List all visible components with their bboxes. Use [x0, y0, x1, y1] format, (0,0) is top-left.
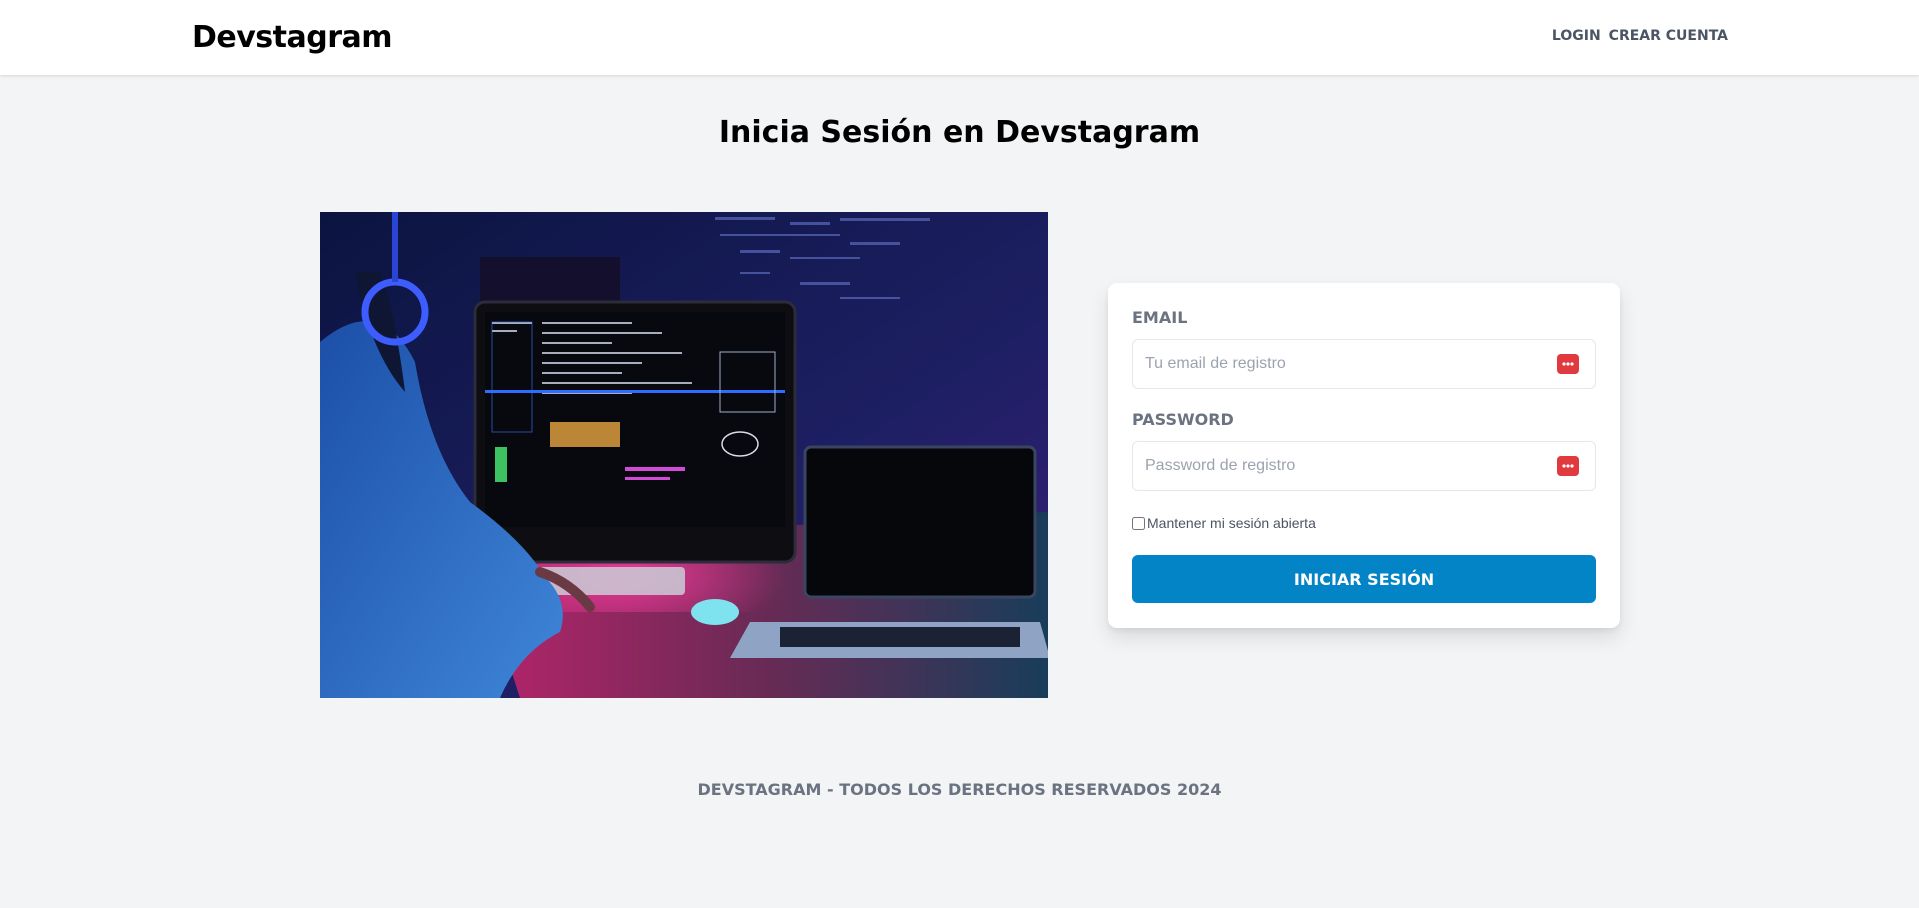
email-field-wrapper[interactable]	[1132, 339, 1596, 389]
password-label: PASSWORD	[1132, 410, 1234, 429]
main-nav: LOGIN CREAR CUENTA	[1552, 28, 1728, 44]
developer-workstation-illustration	[320, 212, 1048, 698]
signup-link[interactable]: CREAR CUENTA	[1609, 28, 1728, 44]
brand-logo[interactable]: Devstagram	[192, 20, 393, 55]
login-card: EMAIL PASSWORD Mantener mi sesión abiert…	[1108, 283, 1620, 628]
login-submit-button[interactable]: INICIAR SESIÓN	[1132, 555, 1596, 603]
site-header: Devstagram LOGIN CREAR CUENTA	[0, 0, 1919, 75]
password-field[interactable]	[1133, 442, 1533, 490]
hero-image	[320, 212, 1048, 698]
page-title: Inicia Sesión en Devstagram	[718, 115, 1201, 150]
footer-text: DEVSTAGRAM - TODOS LOS DERECHOS RESERVAD…	[697, 780, 1222, 799]
email-field[interactable]	[1133, 340, 1533, 388]
password-manager-icon[interactable]	[1557, 354, 1579, 374]
remember-session: Mantener mi sesión abierta	[1132, 515, 1316, 531]
remember-checkbox[interactable]	[1132, 516, 1145, 530]
email-label: EMAIL	[1132, 308, 1188, 327]
password-field-wrapper[interactable]	[1132, 441, 1596, 491]
login-link[interactable]: LOGIN	[1552, 28, 1601, 44]
password-manager-icon[interactable]	[1557, 456, 1579, 476]
remember-label[interactable]: Mantener mi sesión abierta	[1147, 515, 1316, 531]
